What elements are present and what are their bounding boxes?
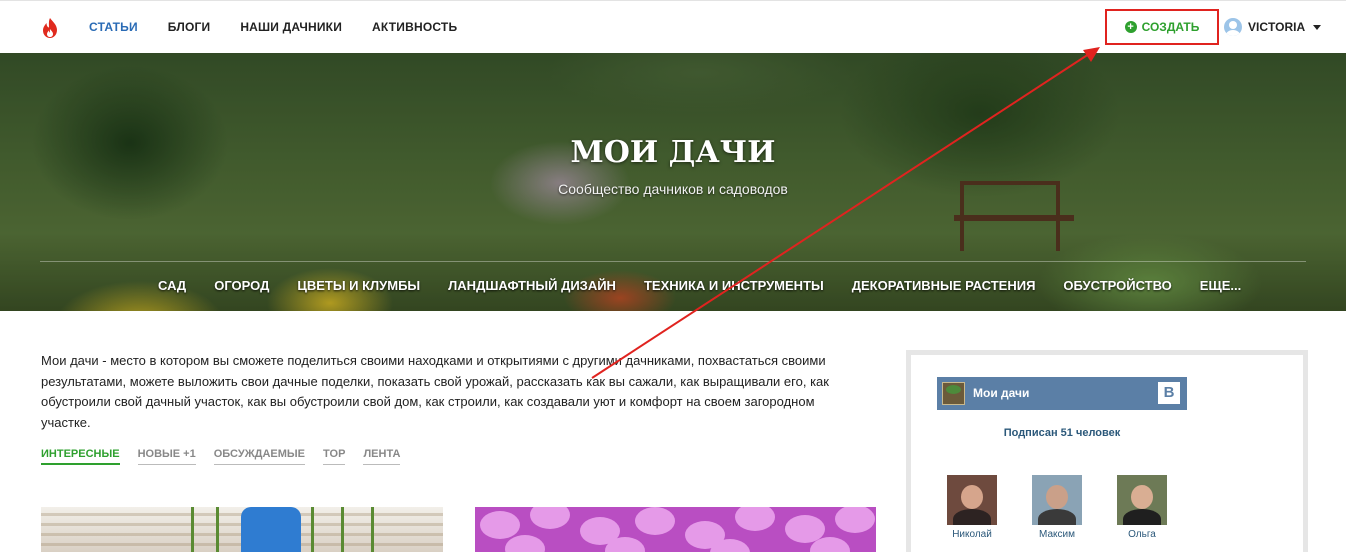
member-item[interactable]: Ольга: [1116, 475, 1168, 540]
member-item[interactable]: Максим: [1031, 475, 1083, 540]
vk-group-name: Мои дачи: [973, 386, 1030, 400]
category-landscape-design[interactable]: ЛАНДШАФТНЫЙ ДИЗАЙН: [448, 278, 616, 293]
hero-banner: МОИ ДАЧИ Сообщество дачников и садоводов…: [0, 53, 1346, 311]
tab-discussed[interactable]: ОБСУЖДАЕМЫЕ: [213, 448, 306, 465]
create-button-label: СОЗДАТЬ: [1141, 20, 1200, 34]
vk-logo-icon: B: [1158, 382, 1180, 404]
nav-item-members[interactable]: НАШИ ДАЧНИКИ: [240, 20, 342, 34]
main-nav: СТАТЬИ БЛОГИ НАШИ ДАЧНИКИ АКТИВНОСТЬ: [89, 20, 457, 34]
members-list: Николай Максим Ольга: [946, 475, 1168, 540]
category-vegetable-garden[interactable]: ОГОРОД: [214, 278, 269, 293]
user-name: VICTORIA: [1248, 20, 1306, 34]
bottle-image: [241, 507, 301, 552]
subscribers-count[interactable]: Подписан 51 человек: [937, 427, 1187, 439]
avatar: [947, 475, 997, 525]
create-button[interactable]: + СОЗДАТЬ: [1105, 9, 1219, 45]
hero-divider: [40, 261, 1306, 262]
article-card-image[interactable]: [475, 507, 876, 552]
user-avatar-icon: [1224, 18, 1242, 36]
member-name: Максим: [1039, 529, 1075, 540]
category-decorative-plants[interactable]: ДЕКОРАТИВНЫЕ РАСТЕНИЯ: [852, 278, 1036, 293]
member-name: Ольга: [1128, 529, 1156, 540]
top-navbar: СТАТЬИ БЛОГИ НАШИ ДАЧНИКИ АКТИВНОСТЬ + С…: [0, 0, 1346, 53]
vk-group-header[interactable]: Мои дачи B: [937, 377, 1187, 410]
avatar: [1117, 475, 1167, 525]
member-item[interactable]: Николай: [946, 475, 998, 540]
category-flowers[interactable]: ЦВЕТЫ И КЛУМБЫ: [297, 278, 420, 293]
community-description: Мои дачи - место в котором вы сможете по…: [41, 353, 829, 430]
tab-new[interactable]: НОВЫЕ +1: [137, 448, 196, 465]
user-menu[interactable]: VICTORIA: [1224, 18, 1322, 36]
tab-interesting[interactable]: ИНТЕРЕСНЫЕ: [41, 448, 120, 465]
nav-item-activity[interactable]: АКТИВНОСТЬ: [372, 20, 457, 34]
category-arrangement[interactable]: ОБУСТРОЙСТВО: [1063, 278, 1171, 293]
category-more[interactable]: ЕЩЕ...: [1200, 278, 1241, 293]
group-avatar: [942, 382, 965, 405]
category-nav: САД ОГОРОД ЦВЕТЫ И КЛУМБЫ ЛАНДШАФТНЫЙ ДИ…: [158, 278, 1241, 293]
category-garden[interactable]: САД: [158, 278, 186, 293]
nav-item-articles[interactable]: СТАТЬИ: [89, 20, 138, 34]
page: СТАТЬИ БЛОГИ НАШИ ДАЧНИКИ АКТИВНОСТЬ + С…: [0, 0, 1346, 552]
chevron-down-icon: [1313, 24, 1322, 30]
category-tools[interactable]: ТЕХНИКА И ИНСТРУМЕНТЫ: [644, 278, 824, 293]
member-name: Николай: [952, 529, 992, 540]
feed-tabs: ИНТЕРЕСНЫЕ НОВЫЕ +1 ОБСУЖДАЕМЫЕ TOP ЛЕНТ…: [41, 448, 401, 465]
flame-icon[interactable]: [40, 17, 60, 39]
tab-top[interactable]: TOP: [323, 448, 346, 465]
tab-feed[interactable]: ЛЕНТА: [363, 448, 401, 465]
sidebar-widget: Мои дачи B Подписан 51 человек Николай М…: [906, 350, 1308, 552]
nav-item-blogs[interactable]: БЛОГИ: [168, 20, 211, 34]
avatar: [1032, 475, 1082, 525]
community-subtitle: Сообщество дачников и садоводов: [558, 181, 788, 197]
article-card-image[interactable]: [41, 507, 443, 552]
community-title: МОИ ДАЧИ: [570, 135, 776, 170]
plus-circle-icon: +: [1124, 21, 1137, 33]
